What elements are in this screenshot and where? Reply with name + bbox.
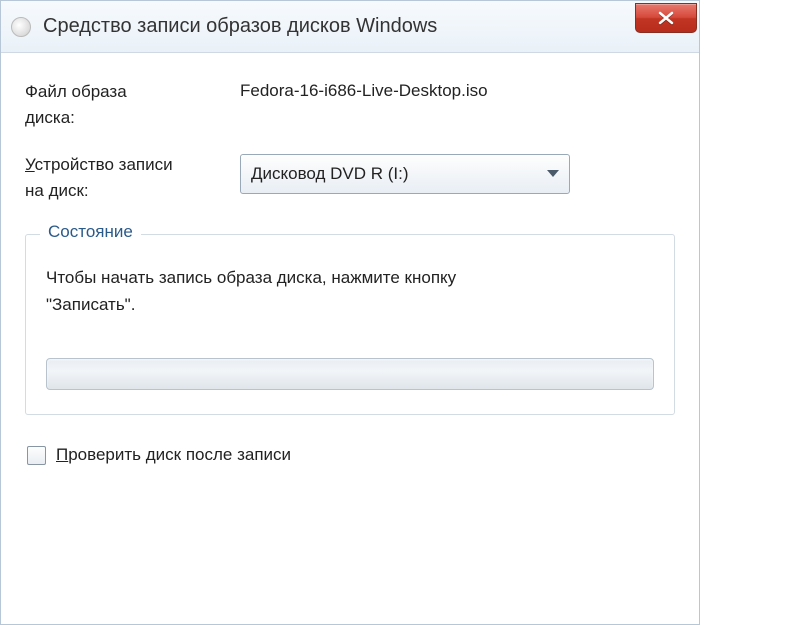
titlebar: Средство записи образов дисков Windows	[1, 1, 699, 53]
verify-checkbox[interactable]	[27, 446, 46, 465]
file-value: Fedora-16-i686-Live-Desktop.iso	[240, 79, 675, 101]
device-dropdown[interactable]: Дисковод DVD R (I:)	[240, 154, 570, 194]
status-group-title: Состояние	[40, 222, 141, 242]
window-title: Средство записи образов дисков Windows	[43, 15, 437, 38]
disc-burner-window: Средство записи образов дисков Windows Ф…	[0, 0, 700, 625]
status-groupbox: Состояние Чтобы начать запись образа дис…	[25, 234, 675, 415]
content-area: Файл образа диска: Fedora-16-i686-Live-D…	[1, 53, 699, 465]
app-icon	[11, 17, 31, 37]
status-text: Чтобы начать запись образа диска, нажмит…	[46, 265, 654, 318]
verify-row: Проверить диск после записи	[25, 445, 675, 465]
verify-label: Проверить диск после записи	[56, 445, 291, 465]
close-icon	[657, 11, 675, 25]
close-button[interactable]	[635, 3, 697, 33]
chevron-down-icon	[547, 170, 559, 177]
device-row: Устройство записи на диск: Дисковод DVD …	[25, 152, 675, 205]
device-label: Устройство записи на диск:	[25, 152, 240, 205]
device-dropdown-value: Дисковод DVD R (I:)	[251, 164, 547, 184]
file-row: Файл образа диска: Fedora-16-i686-Live-D…	[25, 79, 675, 132]
progress-bar	[46, 358, 654, 390]
file-label: Файл образа диска:	[25, 79, 240, 132]
